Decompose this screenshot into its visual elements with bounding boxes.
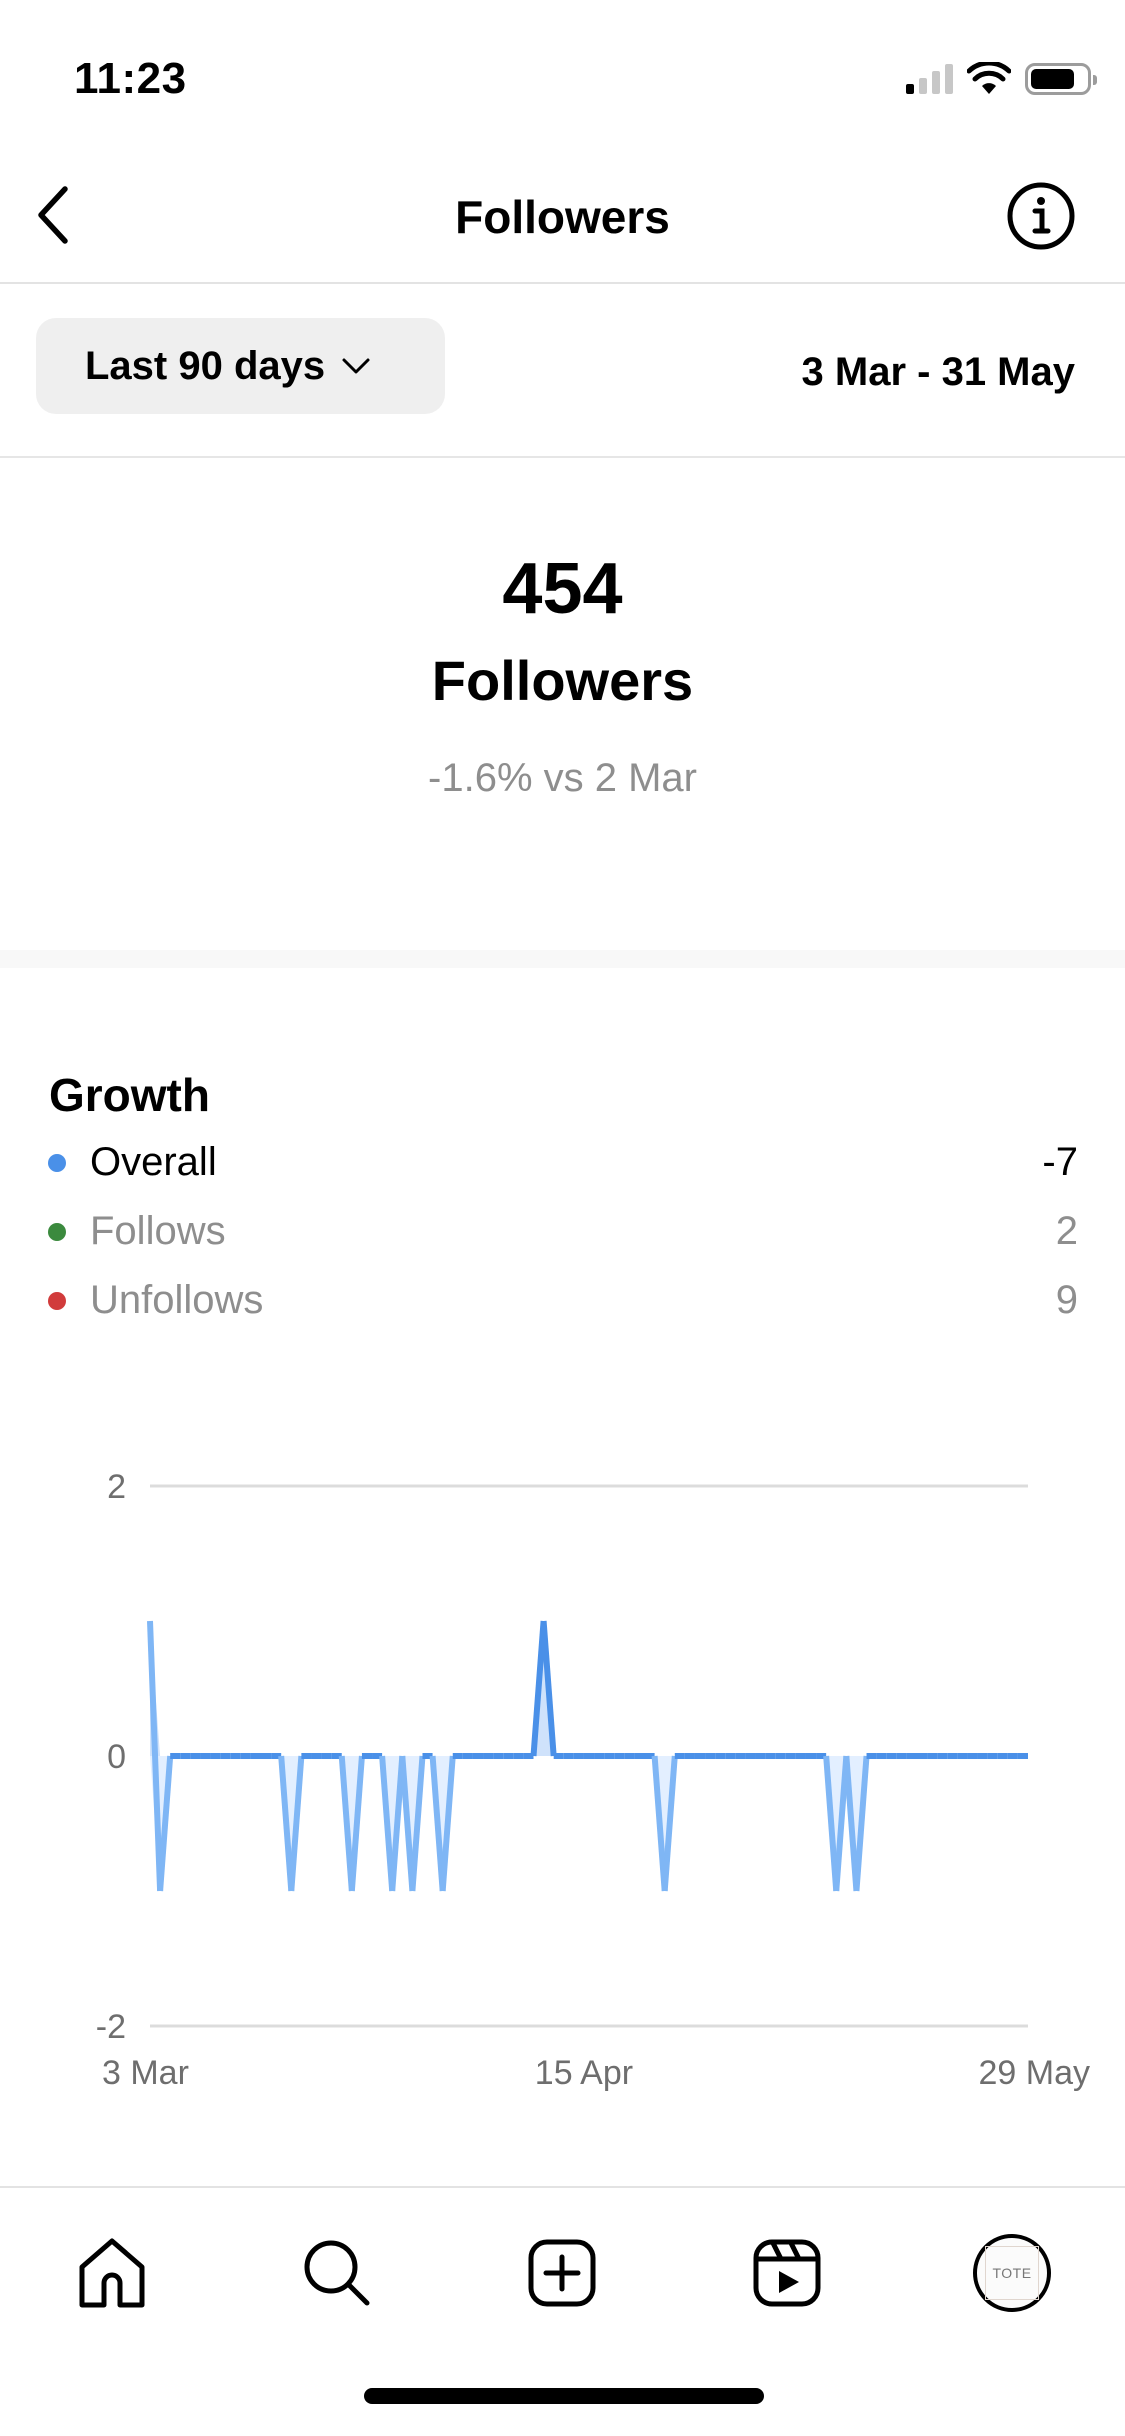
filter-row: Last 90 days 3 Mar - 31 May (0, 284, 1125, 458)
legend-label: Overall (90, 1140, 217, 1184)
status-icons (906, 62, 1097, 96)
legend-dot-overall (48, 1153, 66, 1172)
x-tick-label: 3 Mar (102, 2054, 189, 2092)
growth-legend: Overall -7 Follows 2 Unfollows 9 (48, 1128, 1078, 1335)
status-time: 11:23 (74, 54, 187, 103)
tab-reels[interactable] (732, 2218, 842, 2328)
legend-dot-follows (48, 1222, 66, 1241)
tab-bar: TOTE (0, 2186, 1125, 2436)
nav-header: Followers (0, 150, 1125, 284)
y-tick-label: 2 (107, 1468, 126, 1506)
legend-value: 9 (1055, 1278, 1078, 1322)
legend-value: -7 (1042, 1140, 1078, 1184)
y-tick-label: 0 (107, 1738, 126, 1776)
section-divider (0, 950, 1125, 968)
x-tick-label: 15 Apr (535, 2054, 633, 2092)
battery-icon (1025, 63, 1097, 95)
avatar: TOTE (973, 2234, 1051, 2312)
status-bar: 11:23 (0, 0, 1125, 150)
reels-icon (753, 2239, 821, 2307)
info-button[interactable] (1005, 180, 1077, 252)
tab-profile[interactable]: TOTE (957, 2218, 1067, 2328)
followers-change: -1.6% vs 2 Mar (428, 756, 697, 800)
battery-level (1031, 69, 1075, 89)
avatar-image: TOTE (985, 2246, 1039, 2300)
search-icon (304, 2240, 370, 2306)
followers-count: 454 (502, 549, 623, 629)
tab-home[interactable] (57, 2218, 167, 2328)
followers-label: Followers (431, 649, 694, 712)
legend-item-overall[interactable]: Overall -7 (48, 1128, 1078, 1197)
legend-value: 2 (1055, 1209, 1078, 1253)
chevron-down-icon (342, 358, 370, 374)
legend-item-follows[interactable]: Follows 2 (48, 1197, 1078, 1266)
tab-create[interactable] (507, 2218, 617, 2328)
growth-chart-svg: 2 0 -2 3 Mar 15 Apr 29 May (96, 1468, 1091, 2092)
date-range-dropdown-label: Last 90 days (85, 343, 326, 388)
y-tick-label: -2 (96, 2008, 126, 2046)
x-tick-label: 29 May (979, 2054, 1091, 2092)
wifi-icon (967, 62, 1011, 94)
info-icon (1007, 182, 1075, 250)
tab-search[interactable] (282, 2218, 392, 2328)
page-title: Followers (455, 191, 670, 243)
legend-item-unfollows[interactable]: Unfollows 9 (48, 1266, 1078, 1335)
home-icon (79, 2238, 145, 2308)
legend-label: Unfollows (90, 1278, 264, 1322)
legend-dot-unfollows (48, 1291, 66, 1310)
date-range-dropdown[interactable]: Last 90 days (36, 318, 445, 414)
growth-title: Growth (49, 1069, 210, 1121)
cellular-signal-icon (906, 64, 953, 94)
followers-summary: 454 Followers -1.6% vs 2 Mar (0, 458, 1125, 950)
legend-label: Follows (90, 1209, 226, 1253)
date-range-text: 3 Mar - 31 May (801, 350, 1075, 394)
home-indicator[interactable] (364, 2388, 764, 2404)
growth-chart[interactable]: 2 0 -2 3 Mar 15 Apr 29 May (0, 1440, 1125, 2100)
plus-square-icon (528, 2239, 596, 2307)
